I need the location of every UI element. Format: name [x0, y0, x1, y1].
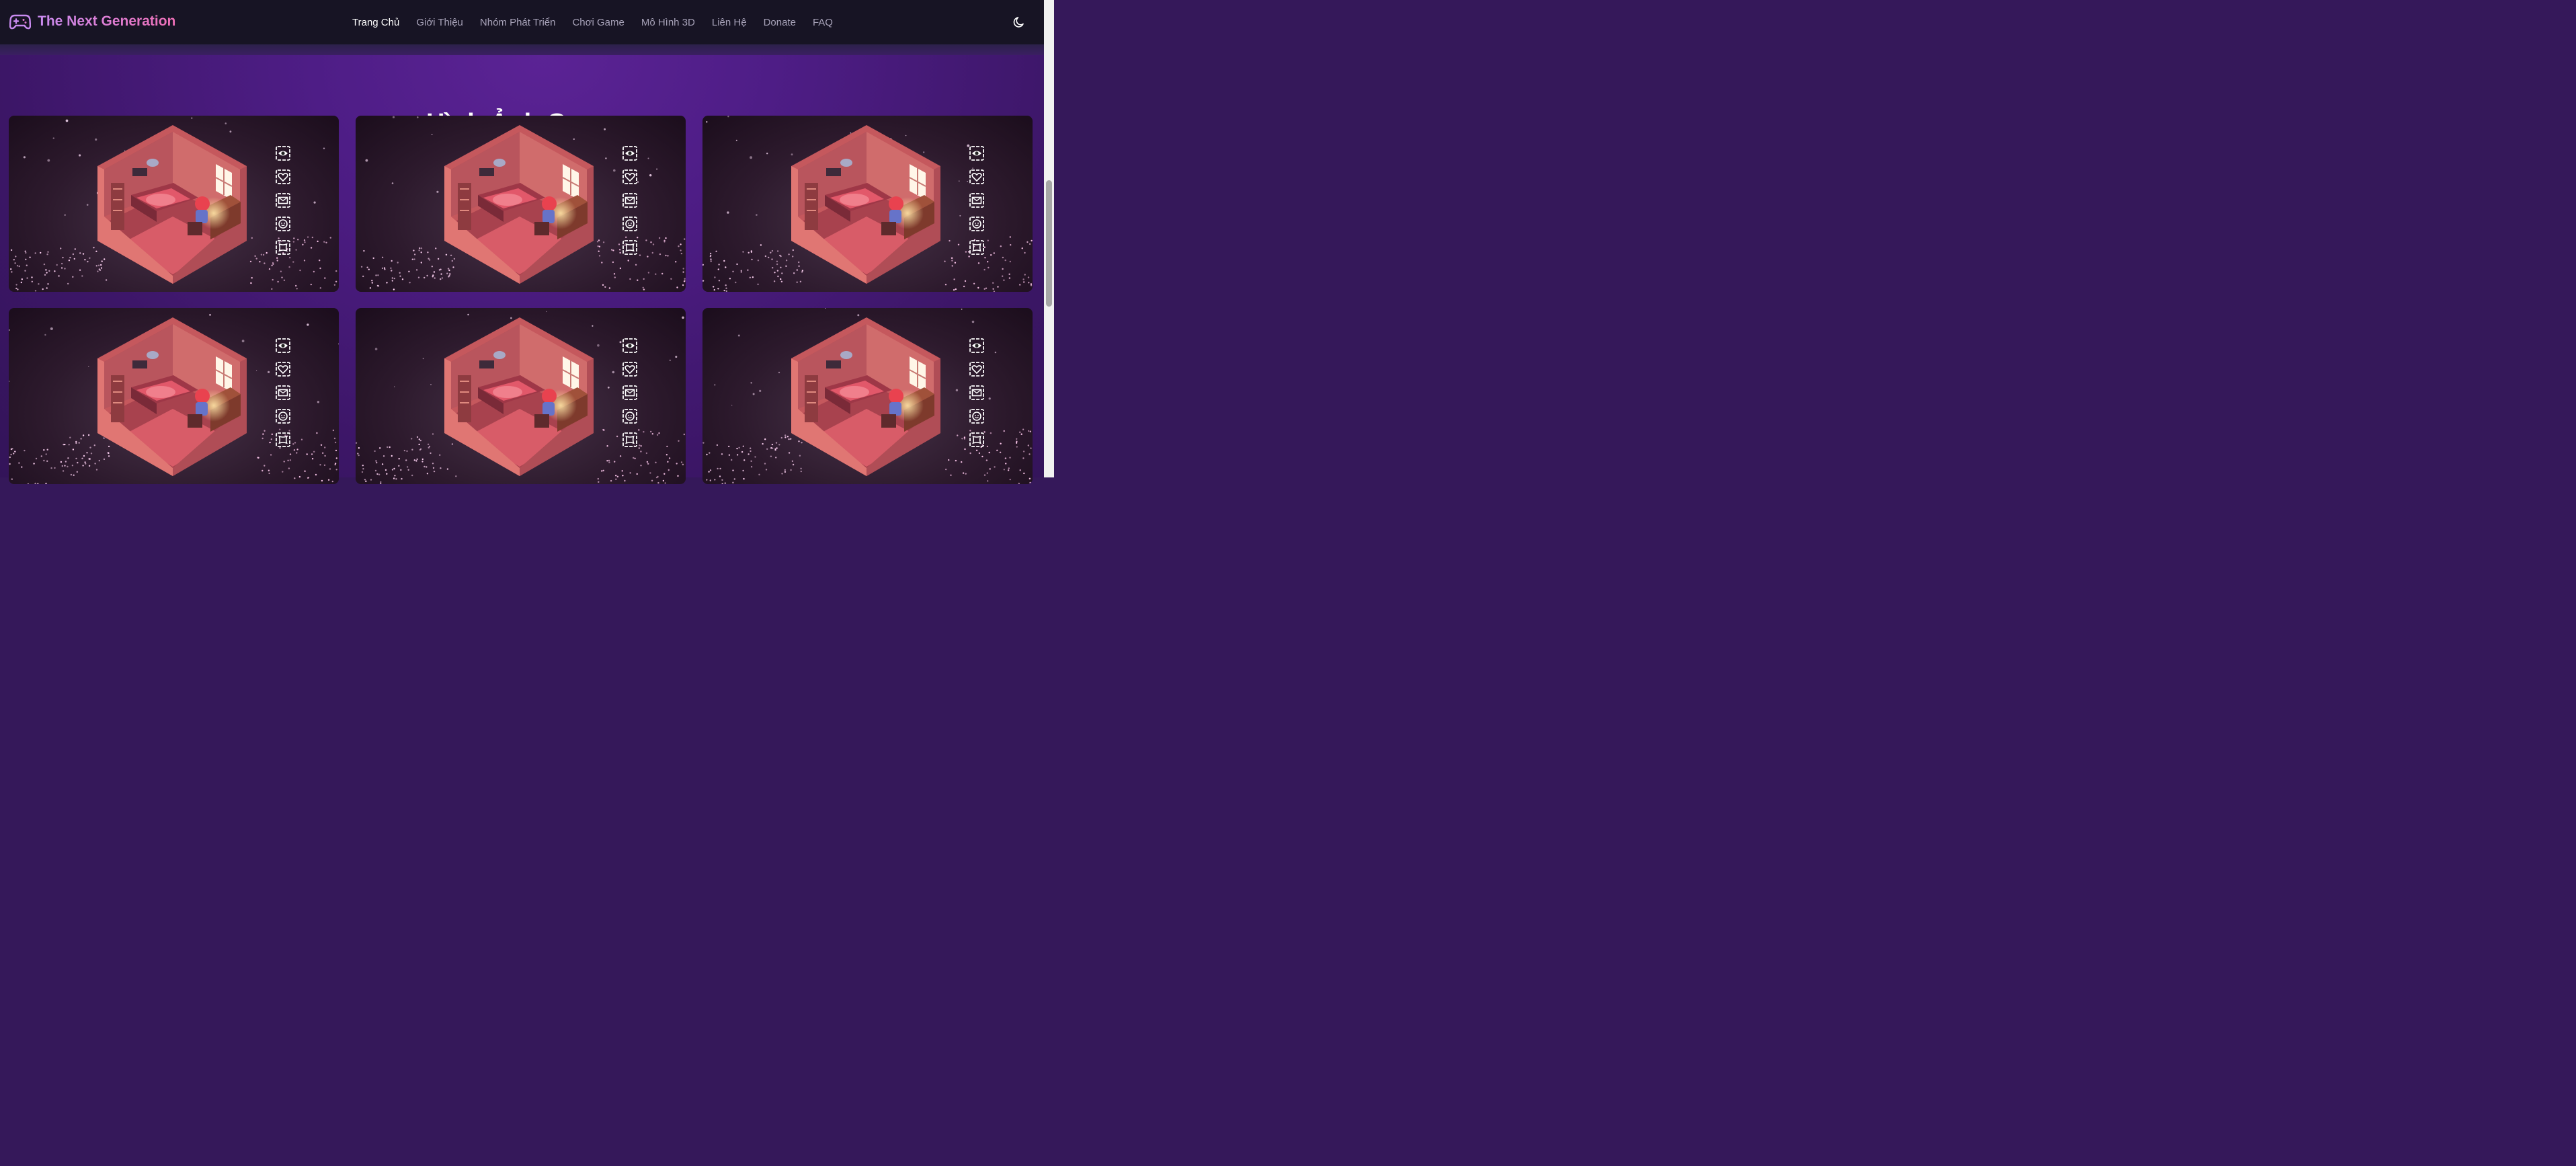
eye-icon[interactable]: [969, 338, 985, 354]
heart-icon[interactable]: [622, 169, 638, 185]
eye-icon[interactable]: [622, 145, 638, 161]
card-action-icons: [622, 338, 639, 448]
smile-icon[interactable]: [622, 216, 638, 232]
nav-item-trang-chu[interactable]: Trang Chủ: [352, 17, 399, 28]
eye-icon[interactable]: [622, 338, 638, 354]
card-action-icons: [622, 145, 639, 256]
card-action-icons: [275, 338, 292, 448]
frame-icon[interactable]: [622, 239, 638, 256]
frame-icon[interactable]: [275, 432, 291, 448]
card-action-icons: [969, 338, 986, 448]
heart-icon[interactable]: [275, 169, 291, 185]
gamepad-icon: [9, 14, 31, 30]
mail-icon[interactable]: [622, 192, 638, 208]
gallery-card[interactable]: [702, 116, 1033, 292]
smile-icon[interactable]: [275, 216, 291, 232]
card-action-icons: [275, 145, 292, 256]
eye-icon[interactable]: [969, 145, 985, 161]
brand-name: The Next Generation: [38, 13, 176, 29]
nav-item-gioi-thieu[interactable]: Giới Thiệu: [416, 17, 463, 28]
moon-icon[interactable]: [1012, 15, 1026, 29]
nav-menu: Trang Chủ Giới Thiệu Nhóm Phát Triển Chơ…: [352, 0, 833, 44]
nav-item-donate[interactable]: Donate: [764, 17, 796, 28]
scrollbar[interactable]: [1044, 0, 1054, 477]
heart-icon[interactable]: [969, 169, 985, 185]
frame-icon[interactable]: [969, 239, 985, 256]
brand[interactable]: The Next Generation: [9, 12, 175, 31]
heart-icon[interactable]: [969, 361, 985, 377]
nav-item-nhom-phat-trien[interactable]: Nhóm Phát Triển: [480, 17, 556, 28]
gallery-card[interactable]: [9, 116, 339, 292]
nav-item-lien-he[interactable]: Liên Hệ: [712, 17, 747, 28]
smile-icon[interactable]: [275, 408, 291, 424]
mail-icon[interactable]: [969, 385, 985, 401]
eye-icon[interactable]: [275, 145, 291, 161]
nav-item-faq[interactable]: FAQ: [813, 17, 833, 28]
gallery-section: Hình Ảnh Game: [0, 55, 1044, 484]
smile-icon[interactable]: [969, 216, 985, 232]
nav-item-choi-game[interactable]: Chơi Game: [572, 17, 624, 28]
mail-icon[interactable]: [275, 385, 291, 401]
mail-icon[interactable]: [275, 192, 291, 208]
frame-icon[interactable]: [622, 432, 638, 448]
gallery-card[interactable]: [356, 308, 686, 484]
smile-icon[interactable]: [622, 408, 638, 424]
scrollbar-thumb[interactable]: [1046, 180, 1052, 307]
heart-icon[interactable]: [275, 361, 291, 377]
eye-icon[interactable]: [275, 338, 291, 354]
mail-icon[interactable]: [969, 192, 985, 208]
nav-item-mo-hinh-3d[interactable]: Mô Hình 3D: [641, 17, 695, 28]
card-action-icons: [969, 145, 986, 256]
gallery-card[interactable]: [9, 308, 339, 484]
gallery-card[interactable]: [356, 116, 686, 292]
navbar: The Next Generation Trang Chủ Giới Thiệu…: [0, 0, 1044, 45]
frame-icon[interactable]: [275, 239, 291, 256]
smile-icon[interactable]: [969, 408, 985, 424]
gallery-card[interactable]: [702, 308, 1033, 484]
frame-icon[interactable]: [969, 432, 985, 448]
mail-icon[interactable]: [622, 385, 638, 401]
heart-icon[interactable]: [622, 361, 638, 377]
navbar-shadow: [0, 44, 1044, 55]
